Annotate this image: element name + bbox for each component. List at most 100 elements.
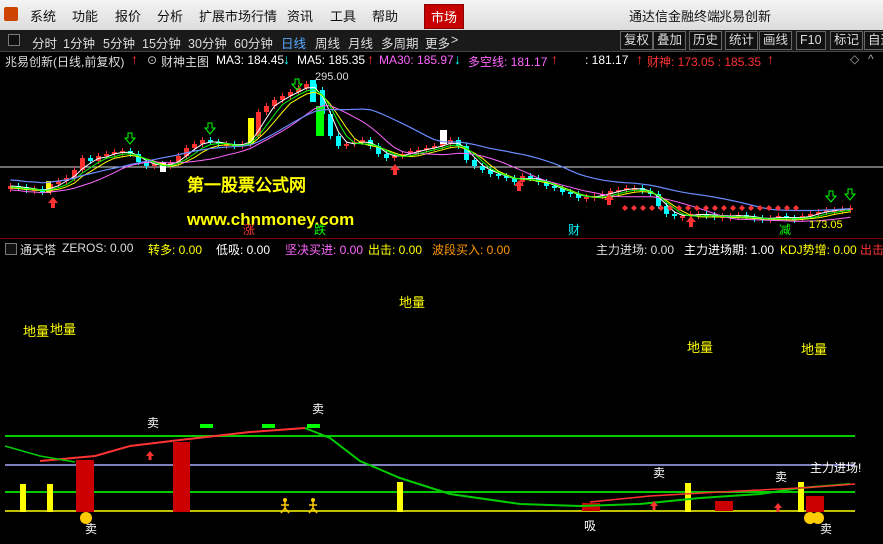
- period-multi[interactable]: 多周期: [381, 33, 419, 52]
- tongtianta-chart: 地量 地量 地量 地量 地量 卖 卖 卖 卖 卖 卖 吸 主力进场!: [4, 295, 861, 536]
- diamond-icon[interactable]: ◇: [850, 52, 859, 66]
- menu-help[interactable]: 帮助: [372, 6, 398, 25]
- red-pillar: [76, 460, 94, 512]
- red-dot-icon: [712, 205, 718, 211]
- ma3-value: MA3: 184.45: [216, 53, 285, 67]
- period-5min[interactable]: 5分钟: [103, 33, 135, 52]
- down-arrow-icon: [123, 132, 137, 145]
- up-arrow-icon: [686, 216, 696, 227]
- tower-falling: [304, 427, 851, 508]
- menu-extended-market[interactable]: 扩展市场行情: [199, 6, 277, 25]
- period-timeshare[interactable]: 分时: [32, 33, 57, 52]
- btn-fuquan[interactable]: 复权: [620, 31, 654, 50]
- period-monthly[interactable]: 月线: [348, 33, 373, 52]
- menu-quote[interactable]: 报价: [115, 6, 141, 25]
- btn-overlay[interactable]: 叠加: [653, 31, 687, 50]
- down-arrow-icon: ↓: [454, 51, 461, 67]
- menu-market-tab[interactable]: 市场: [424, 4, 465, 29]
- diliang-label: 地量: [399, 295, 425, 310]
- candle-body: [336, 136, 341, 146]
- period-daily[interactable]: 日线: [281, 33, 306, 52]
- red-dot-icon: [757, 205, 763, 211]
- red-dot-icon: [766, 205, 772, 211]
- period-weekly[interactable]: 周线: [315, 33, 340, 52]
- candle-body: [264, 106, 269, 112]
- watermark-title: 第一股票公式网: [187, 175, 306, 195]
- sub-shapes-group: [4, 424, 856, 524]
- period-more[interactable]: 更多: [425, 33, 450, 52]
- menu-info[interactable]: 资讯: [287, 6, 313, 25]
- sell-label: 卖: [775, 470, 787, 484]
- ma30-value: MA30: 185.97: [379, 53, 454, 67]
- red-pillar: [806, 496, 824, 512]
- candle-body: [680, 216, 685, 218]
- green-block: [307, 424, 320, 428]
- up-arrow-icon: [390, 164, 400, 175]
- marker-zhang: 涨: [243, 222, 255, 237]
- diliang-label: 地量: [23, 324, 49, 339]
- menu-tools[interactable]: 工具: [330, 6, 356, 25]
- period-30min[interactable]: 30分钟: [188, 33, 227, 52]
- green-block: [200, 424, 213, 428]
- red-dot-icon: [730, 205, 736, 211]
- candle-body: [528, 176, 533, 178]
- yellow-bar: [47, 484, 53, 512]
- candle-body: [672, 214, 677, 216]
- menu-analysis[interactable]: 分析: [157, 6, 183, 25]
- period-60min[interactable]: 60分钟: [234, 33, 273, 52]
- red-dot-icon: [739, 205, 745, 211]
- ma-line-yellow: [10, 91, 851, 221]
- period-1min[interactable]: 1分钟: [63, 33, 95, 52]
- yellow-bar: [685, 483, 691, 512]
- yellow-bar: [397, 482, 403, 512]
- candles-group: [8, 80, 853, 223]
- up-arrow-icon: ↑: [367, 51, 374, 67]
- ma5-value: MA5: 185.35: [297, 53, 366, 67]
- period-toolbar: 分时 1分钟 5分钟 15分钟 30分钟 60分钟 日线 周线 月线 多周期 更…: [0, 30, 883, 52]
- down-arrow-icon: [203, 122, 217, 135]
- person-head-icon: [311, 498, 315, 502]
- tower-rising: [39, 427, 306, 462]
- btn-stats[interactable]: 统计: [725, 31, 759, 50]
- candle-body: [192, 144, 197, 148]
- tower-start: [4, 445, 76, 463]
- up-arrow-icon: ↑: [767, 51, 774, 67]
- red-pillar: [715, 501, 733, 511]
- up-arrow-icon: [48, 197, 58, 208]
- chevron-up-icon[interactable]: ^: [868, 52, 874, 66]
- app-logo-icon: [4, 7, 18, 21]
- menu-function[interactable]: 功能: [72, 6, 98, 25]
- candle-body: [584, 197, 589, 199]
- btn-history[interactable]: 历史: [689, 31, 723, 50]
- btn-mark[interactable]: 标记: [830, 31, 864, 50]
- up-arrow-icon: ↑: [636, 51, 643, 67]
- sell-label: 卖: [85, 522, 97, 536]
- down-arrow-icon: [843, 188, 857, 201]
- diliang-label: 地量: [801, 342, 827, 357]
- red-dot-icon: [622, 205, 628, 211]
- panel-toggle-icon[interactable]: [8, 34, 20, 46]
- sell-label: 卖: [312, 402, 324, 416]
- period-15min[interactable]: 15分钟: [142, 33, 181, 52]
- absorb-label: 吸: [584, 519, 596, 533]
- candle-body: [248, 118, 254, 144]
- chevron-right-icon[interactable]: >: [451, 33, 458, 47]
- menu-system[interactable]: 系统: [30, 6, 56, 25]
- panel-toggle-icon[interactable]: [5, 243, 17, 255]
- red-dot-icon: [721, 205, 727, 211]
- marker-die: 跌: [314, 222, 326, 237]
- watermark-url: www.chnmoney.com: [186, 210, 354, 229]
- red-dot-icon: [649, 205, 655, 211]
- btn-favorite[interactable]: 自选: [864, 31, 883, 50]
- up-arrow-icon: ↑: [551, 51, 558, 67]
- btn-f10[interactable]: F10: [796, 31, 826, 50]
- green-block: [262, 424, 275, 428]
- red-dot-icon: [631, 205, 637, 211]
- red-pillar: [582, 503, 600, 511]
- candlestick-chart: 295.00 173.05 第一股票公式网 www.chnmoney.com 涨…: [0, 71, 883, 237]
- yellow-bar: [798, 482, 804, 512]
- signal-marks: [48, 78, 857, 227]
- candle-body: [104, 154, 109, 156]
- btn-draw[interactable]: 画线: [759, 31, 793, 50]
- indicator-dropdown-icon[interactable]: ⊙: [147, 53, 157, 67]
